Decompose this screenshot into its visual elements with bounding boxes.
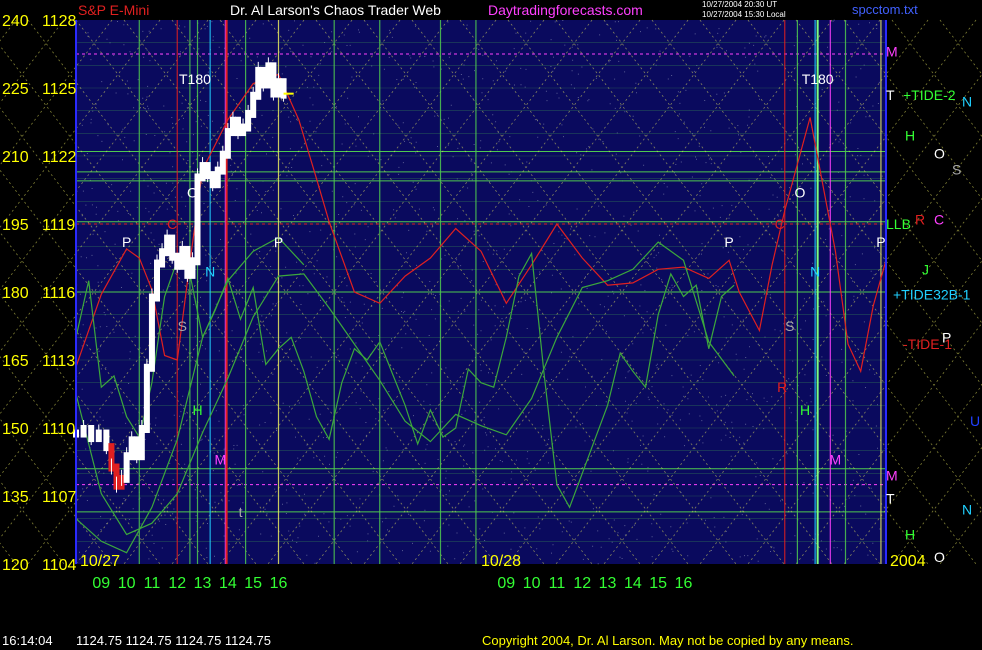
date-label-start: 10/27 [80,553,120,570]
y-tick-label-a: 195 [2,217,29,234]
right-level-label: T [886,87,895,103]
right-level-label: O [934,549,945,565]
plot-annotation: T180 [179,71,211,87]
x-tick-label: 14 [219,575,237,592]
date-label-year: 2004 [890,553,926,570]
x-tick-label: 15 [649,575,667,592]
x-tick-label: 09 [92,575,110,592]
x-tick-label: 16 [675,575,693,592]
plot-annotation: P [274,234,283,250]
quote-time: 16:14:04 [2,633,53,648]
right-level-label: LLB [886,216,911,232]
right-level-label: J [922,261,929,277]
right-level-label: +TIDE32B-1 [893,286,971,302]
x-tick-label: 14 [624,575,642,592]
right-level-label: T [886,490,895,506]
x-tick-label: 13 [194,575,212,592]
price-bar [148,293,155,372]
x-tick-label: 11 [144,575,161,592]
x-tick-label: 16 [270,575,288,592]
chart-window: 240 1128 225 1125 210 1122 195 1119 180 1116 165 11… [0,0,982,650]
y-tick-label-a: 210 [2,149,29,166]
x-tick-label: 12 [168,575,186,592]
y-tick-label-b: 1113 [42,353,75,370]
copyright-notice: Copyright 2004, Dr. Al Larson. May not b… [482,633,854,648]
plot-annotation: P [724,234,733,250]
y-tick-label-b: 1122 [42,149,77,166]
plot-annotation: M [214,452,226,468]
plot-annotation: P [122,234,131,250]
right-level-label: M [886,468,898,484]
plot-annotation: t [239,504,243,520]
y-tick-label-a: 150 [2,421,29,438]
plot-annotation: M [830,452,842,468]
x-tick-label: 12 [573,575,591,592]
right-level-label: U [970,413,980,429]
y-tick-label-b: 1116 [42,285,75,302]
plot-annotation: T180 [802,71,834,87]
right-level-label: O [934,146,945,162]
right-level-label: S [952,162,961,178]
x-tick-label: 10 [118,575,136,592]
y-tick-label-a: 165 [2,353,29,370]
data-file-label: spcctom.txt [852,2,918,17]
x-tick-label: 09 [497,575,515,592]
right-level-label: R [915,211,925,227]
plot-annotation: P [876,234,885,250]
x-tick-label: 10 [523,575,541,592]
y-tick-label-a: 240 [2,13,29,30]
plot-annotation: C [775,216,785,232]
right-level-label: H [905,128,915,144]
right-level-label: N [962,94,972,110]
right-level-label: -TIDE-1 [903,336,952,352]
y-tick-label-b: 1110 [42,421,75,438]
site-link[interactable]: Daytradingforecasts.com [488,2,643,18]
y-tick-label-a: 120 [2,557,29,574]
x-tick-label: 13 [599,575,617,592]
y-tick-label-b: 1107 [42,489,77,506]
x-tick-label: 15 [244,575,262,592]
plot-annotation: N [205,264,215,280]
chart-title: Dr. Al Larson's Chaos Trader Web [230,2,441,18]
timestamp-local: 10/27/2004 15:30 Local [702,10,786,19]
x-tick-label: 11 [549,575,566,592]
plot-annotation: R [777,379,787,395]
right-level-label: N [962,502,972,518]
right-level-label: +TIDE-2 [903,87,956,103]
plot-annotation: H [192,402,202,418]
instrument-label: S&P E-Mini [78,2,150,18]
plot-annotation: H [800,402,810,418]
y-tick-label-b: 1104 [42,557,77,574]
right-level-label: M [886,44,898,60]
date-label-mid: 10/28 [481,553,521,570]
plot-annotation: O [794,184,805,200]
quote-ohlc: 1124.75 1124.75 1124.75 1124.75 [76,633,271,648]
plot-annotation: S [178,318,187,334]
timestamp-ut: 10/27/2004 20:30 UT [702,0,778,9]
y-tick-label-b: 1125 [42,81,77,98]
right-level-label: C [934,211,944,227]
plot-annotation: N [810,264,820,280]
plot-annotation: O [187,184,198,200]
y-tick-label-a: 180 [2,285,29,302]
y-tick-label-b: 1119 [42,217,75,234]
chart-svg: 240 1128225 1125210 1122195 1119180 1116165 11… [0,13,982,592]
y-tick-label-b: 1128 [42,13,77,30]
y-tick-label-a: 135 [2,489,29,506]
plot-annotation: C [167,216,177,232]
right-level-label: H [905,527,915,543]
y-tick-label-a: 225 [2,81,29,98]
plot-annotation: S [785,318,794,334]
